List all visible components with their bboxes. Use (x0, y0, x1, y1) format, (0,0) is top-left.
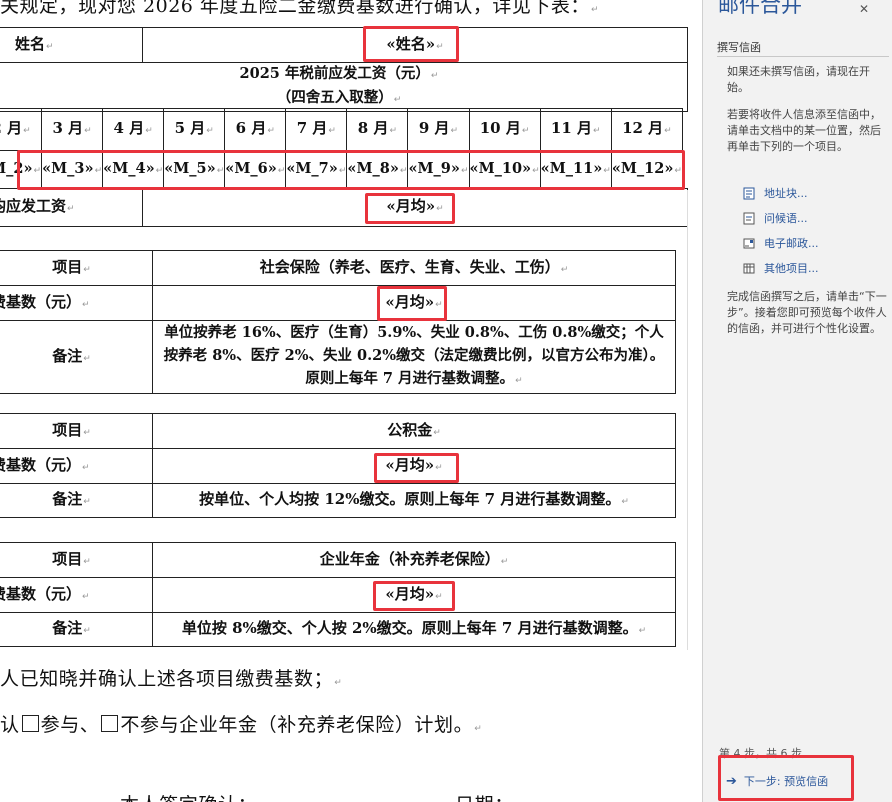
participate-checkbox[interactable] (21, 715, 39, 732)
fund-item-value: 公积金↵ (152, 413, 676, 449)
housing-fund-table: 项目↵ 公积金↵ 费基数（元）↵ «月均»↵ 备注↵ 按单位、个人均按 12%缴… (0, 413, 676, 518)
document-page[interactable]: 关规定，现对您 2026 年度五险二金缴费基数进行确认，详见下表：↵ 姓名↵ «… (0, 0, 702, 802)
highlight-social-base (377, 286, 447, 321)
not-participate-checkbox[interactable] (101, 715, 119, 732)
annuity-note-label: 备注↵ (0, 612, 153, 647)
electronic-postage-icon (743, 237, 755, 250)
fund-note-value: 按单位、个人均按 12%缴交。原则上每年 7 月进行基数调整。↵ (152, 483, 676, 518)
enterprise-annuity-table: 项目↵ 企业年金（补充养老保险）↵ 费基数（元）↵ «月均»↵ 备注↵ 单位按 … (0, 542, 676, 647)
close-icon[interactable]: ✕ (859, 2, 869, 16)
month-header-2: 2 月↵ (0, 108, 43, 151)
month-header-3: 3 月↵ (41, 108, 104, 151)
highlight-name-field (363, 26, 459, 62)
highlight-average-field (365, 193, 455, 224)
social-insurance-table: 项目↵ 社会保险（养老、医疗、生育、失业、工伤）↵ 费基数（元）↵ «月均»↵ … (0, 250, 676, 394)
average-salary-label: 均应发工资↵ (0, 188, 143, 227)
signature-line: 本人签字确认： (120, 790, 257, 802)
salary-table: 姓名↵ «姓名»↵ (0, 27, 688, 63)
mail-merge-pane: 邮件合并 ✕ 撰写信函 如果还未撰写信函，请现在开始。 若要将收件人信息添至信函… (702, 0, 892, 802)
intro-text: 关规定，现对您 2026 年度五险二金缴费基数进行确认，详见下表：↵ (0, 0, 599, 17)
month-header-11: 11 月↵ (539, 108, 612, 151)
more-items-icon (743, 262, 755, 275)
annuity-item-label: 项目↵ (0, 542, 153, 578)
month-header-7: 7 月↵ (285, 108, 348, 151)
arrow-right-icon: ➔ (726, 773, 737, 789)
next-step-label: 下一步: 预览信函 (743, 775, 829, 788)
pane-instruction-2: 若要将收件人信息添至信函中，请单击文档中的某一位置，然后再单击下列的一个项目。 (727, 108, 881, 153)
social-item-label: 项目↵ (0, 250, 153, 286)
greeting-line-icon (743, 212, 755, 225)
name-label: 姓名↵ (0, 27, 143, 63)
month-header-9: 9 月↵ (407, 108, 470, 151)
fund-note-label: 备注↵ (0, 483, 153, 518)
month-header-10: 10 月↵ (468, 108, 541, 151)
highlight-month-fields (17, 150, 685, 190)
greeting-line-label: 问候语... (764, 212, 808, 225)
social-item-value: 社会保险（养老、医疗、生育、失业、工伤）↵ (152, 250, 676, 286)
month-header-4: 4 月↵ (102, 108, 165, 151)
fund-item-label: 项目↵ (0, 413, 153, 449)
electronic-postage-link[interactable]: 电子邮政... (743, 235, 819, 251)
month-header-6: 6 月↵ (224, 108, 287, 151)
annuity-choice-line: 认参与、 不参与企业年金（补充养老保险）计划。↵ (0, 714, 483, 736)
social-note-value: 单位按养老 16%、医疗（生育）5.9%、失业 0.8%、工伤 0.8%缴交；个… (152, 320, 676, 394)
social-base-label: 费基数（元）↵ (0, 285, 153, 321)
more-items-link[interactable]: 其他项目... (743, 260, 819, 276)
pane-instruction-1: 如果还未撰写信函，请现在开始。 (727, 65, 870, 94)
average-salary-table: 均应发工资↵ «月均»↵ (0, 188, 688, 227)
next-step-link[interactable]: ➔ 下一步: 预览信函 (726, 773, 828, 789)
confirm-statement: 人已知晓并确认上述各项目缴费基数；↵ (0, 668, 343, 690)
address-block-label: 地址块... (764, 187, 808, 200)
pane-section-heading: 撰写信函 (717, 41, 761, 54)
month-header-8: 8 月↵ (346, 108, 409, 151)
pane-divider (717, 56, 889, 57)
month-header-5: 5 月↵ (163, 108, 226, 151)
pane-title: 邮件合并 (718, 0, 802, 17)
greeting-line-link[interactable]: 问候语... (743, 210, 808, 226)
month-header-12: 12 月↵ (610, 108, 683, 151)
salary-title: 2025 年税前应发工资（元）↵ （四舍五入取整）↵ (0, 62, 688, 112)
social-note-label: 备注↵ (0, 320, 153, 394)
electronic-postage-label: 电子邮政... (764, 237, 819, 250)
more-items-label: 其他项目... (764, 262, 819, 275)
fund-base-label: 费基数（元）↵ (0, 448, 153, 484)
salary-title-table: 2025 年税前应发工资（元）↵ （四舍五入取整）↵ (0, 62, 688, 112)
highlight-annuity-base (373, 581, 455, 611)
address-block-link[interactable]: 地址块... (743, 185, 808, 201)
pane-instruction-3: 完成信函撰写之后，请单击“下一步”。接着您即可预览每个收件人的信函，并可进行个性… (727, 290, 887, 335)
date-label: 日期： (455, 790, 514, 802)
table-resize-edge (687, 190, 698, 650)
address-block-icon (743, 187, 755, 200)
annuity-item-value: 企业年金（补充养老保险）↵ (152, 542, 676, 578)
annuity-note-value: 单位按 8%缴交、个人按 2%缴交。原则上每年 7 月进行基数调整。↵ (152, 612, 676, 647)
annuity-base-label: 费基数（元）↵ (0, 577, 153, 613)
highlight-fund-base (374, 453, 459, 483)
